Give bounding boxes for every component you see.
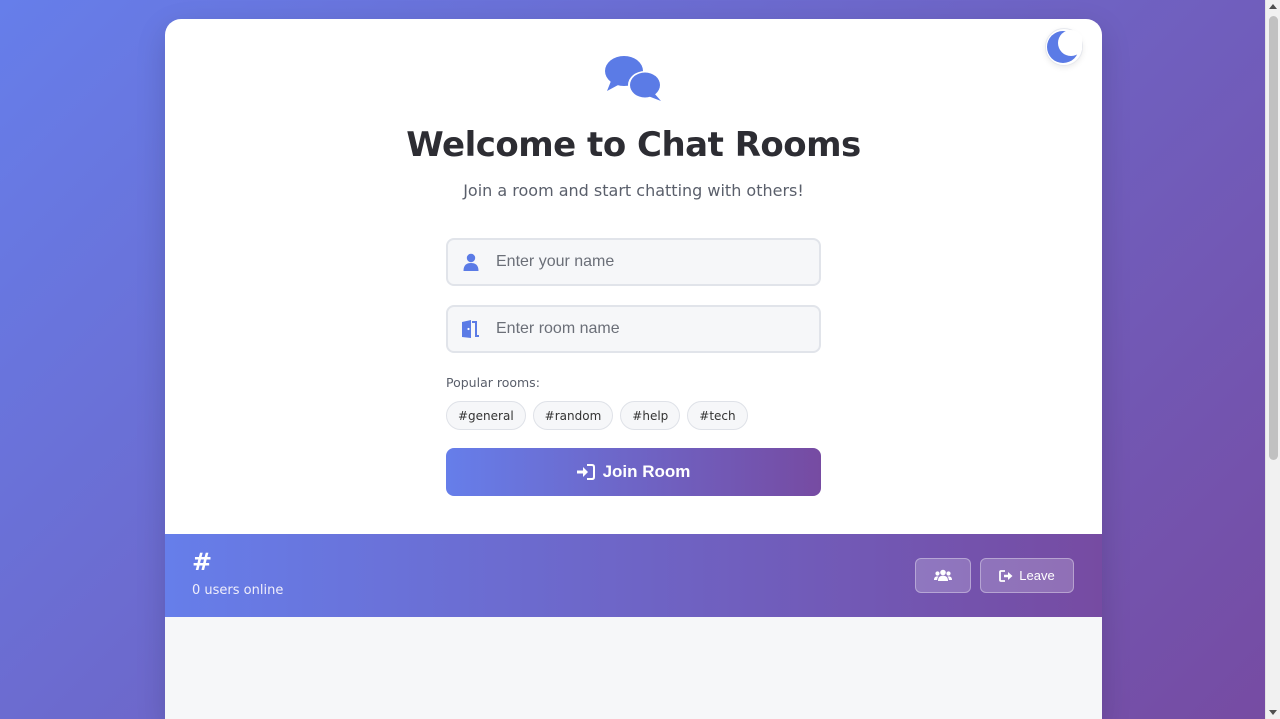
door-icon xyxy=(448,320,492,338)
user-icon xyxy=(448,253,492,271)
room-tag-random[interactable]: #random xyxy=(532,401,614,430)
name-field[interactable] xyxy=(446,238,821,286)
leave-label: Leave xyxy=(1019,568,1055,583)
page-title: Welcome to Chat Rooms xyxy=(406,125,861,165)
room-tag-general[interactable]: #general xyxy=(446,401,526,430)
room-field[interactable] xyxy=(446,305,821,353)
scroll-down-arrow-icon[interactable] xyxy=(1269,710,1277,715)
theme-toggle-button[interactable] xyxy=(1045,28,1083,66)
comments-icon xyxy=(603,55,665,110)
sign-out-icon xyxy=(999,569,1013,582)
room-header: # 0 users online Leave xyxy=(165,534,1102,617)
popular-rooms-list: #general #random #help #tech xyxy=(446,401,748,430)
room-tag-tech[interactable]: #tech xyxy=(687,401,748,430)
join-room-button[interactable]: Join Room xyxy=(446,448,821,496)
messages-area xyxy=(165,617,1102,719)
popular-rooms-label: Popular rooms: xyxy=(446,375,540,390)
chat-app-container: Welcome to Chat Rooms Join a room and st… xyxy=(165,19,1102,719)
room-name: # xyxy=(192,548,213,576)
name-input[interactable] xyxy=(492,240,819,284)
users-online-count: 0 users online xyxy=(192,583,284,598)
sign-in-icon xyxy=(576,464,595,480)
users-icon xyxy=(934,569,952,581)
leave-room-button[interactable]: Leave xyxy=(980,558,1074,593)
show-users-button[interactable] xyxy=(915,558,971,593)
room-input[interactable] xyxy=(492,307,819,351)
scrollbar-thumb[interactable] xyxy=(1269,16,1278,460)
moon-icon xyxy=(1047,30,1082,63)
join-room-label: Join Room xyxy=(602,462,691,481)
scroll-up-arrow-icon[interactable] xyxy=(1269,4,1277,9)
room-tag-help[interactable]: #help xyxy=(620,401,681,430)
page-subtitle: Join a room and start chatting with othe… xyxy=(463,181,804,200)
page-scrollbar[interactable] xyxy=(1265,0,1280,719)
